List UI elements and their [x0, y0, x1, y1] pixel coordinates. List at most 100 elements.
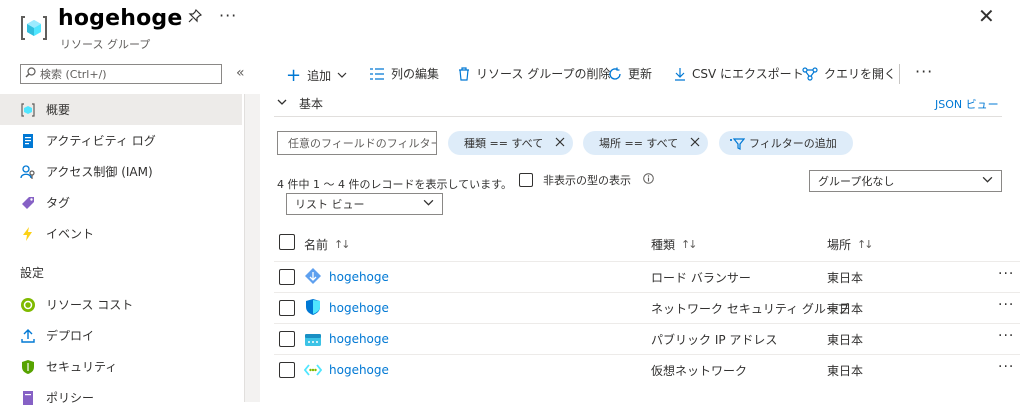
essentials-toggle[interactable]: 基本	[277, 95, 323, 112]
refresh-label: 更新	[628, 67, 653, 81]
search-input[interactable]: 検索 (Ctrl+/)	[20, 64, 222, 84]
search-placeholder: 検索 (Ctrl+/)	[40, 68, 107, 81]
sidebar-item-label: セキュリティ	[46, 360, 118, 374]
load-balancer-icon	[305, 268, 321, 284]
row-more-button[interactable]: ···	[998, 359, 1014, 375]
tag-icon	[20, 195, 36, 211]
cost-icon	[20, 297, 36, 313]
iam-icon	[20, 164, 36, 180]
resource-group-icon	[19, 13, 49, 43]
open-query-button[interactable]: クエリを開く	[802, 65, 896, 82]
resource-type: 仮想ネットワーク	[651, 364, 748, 378]
row-checkbox[interactable]	[279, 362, 295, 378]
chevron-down-icon	[982, 174, 993, 188]
deploy-icon	[20, 328, 36, 344]
columns-icon	[369, 67, 385, 80]
add-filter-icon	[729, 136, 745, 150]
sidebar-item-label: イベント	[46, 227, 95, 241]
remove-filter-icon[interactable]	[555, 136, 565, 151]
sidebar-item-deployments[interactable]: デプロイ	[0, 320, 242, 351]
sidebar-item-resource-costs[interactable]: リソース コスト	[0, 289, 242, 320]
sidebar-item-security[interactable]: セキュリティ	[0, 351, 242, 382]
sort-icon[interactable]: ↑↓	[681, 238, 698, 251]
resource-location: 東日本	[827, 302, 864, 316]
resource-type: パブリック IP アドレス	[651, 333, 778, 347]
resource-location: 東日本	[827, 333, 864, 347]
row-more-button[interactable]: ···	[998, 266, 1014, 282]
sidebar-item-tags[interactable]: タグ	[0, 187, 242, 218]
sidebar-item-label: アクセス制御 (IAM)	[46, 165, 153, 179]
location-filter-label: 場所 == すべて	[599, 137, 679, 150]
download-icon	[674, 67, 686, 81]
search-icon	[25, 67, 36, 81]
add-button[interactable]: + 追加	[286, 65, 347, 86]
grouping-value: グループ化なし	[818, 175, 895, 188]
edit-columns-button[interactable]: 列の編集	[369, 65, 439, 82]
resource-name-link[interactable]: hogehoge	[329, 270, 389, 284]
column-location-label: 場所	[827, 238, 852, 252]
refresh-button[interactable]: 更新	[608, 65, 652, 82]
row-checkbox[interactable]	[279, 269, 295, 285]
sidebar-item-activity-log[interactable]: アクティビティ ログ	[0, 125, 242, 156]
column-header-type[interactable]: 種類 ↑↓	[651, 236, 698, 253]
pin-icon[interactable]	[188, 9, 202, 23]
sidebar-item-label: 概要	[46, 103, 71, 117]
sort-icon[interactable]: ↑↓	[857, 238, 874, 251]
add-filter-label: フィルターの追加	[749, 137, 837, 150]
filter-field-input[interactable]: 任意のフィールドのフィルター...	[277, 131, 437, 155]
resource-name-link[interactable]: hogehoge	[329, 363, 389, 377]
sidebar-item-label: デプロイ	[46, 329, 95, 343]
show-hidden-types-label: 非表示の型の表示	[543, 174, 631, 187]
sidebar-item-label: リソース コスト	[46, 298, 134, 312]
remove-filter-icon[interactable]	[690, 136, 700, 151]
column-name-label: 名前	[304, 238, 329, 252]
lightning-icon	[20, 226, 36, 242]
sidebar-item-label: ポリシー	[46, 391, 95, 405]
json-view-link[interactable]: JSON ビュー	[935, 96, 999, 112]
info-icon[interactable]	[643, 173, 654, 187]
grouping-dropdown[interactable]: グループ化なし	[809, 170, 1002, 192]
edit-columns-label: 列の編集	[391, 67, 440, 81]
row-checkbox[interactable]	[279, 331, 295, 347]
chevron-down-icon	[423, 197, 434, 211]
resource-name-link[interactable]: hogehoge	[329, 301, 389, 315]
show-hidden-types-checkbox[interactable]: 非表示の型の表示	[519, 172, 654, 188]
toolbar-more-button[interactable]: ···	[915, 62, 933, 81]
column-header-name[interactable]: 名前 ↑↓	[304, 236, 351, 253]
row-more-button[interactable]: ···	[998, 328, 1014, 344]
essentials-label: 基本	[299, 97, 324, 111]
sidebar-item-events[interactable]: イベント	[0, 218, 242, 249]
column-header-location[interactable]: 場所 ↑↓	[827, 236, 874, 253]
checkbox[interactable]	[279, 234, 295, 250]
virtual-network-icon	[303, 362, 323, 378]
select-all-checkbox[interactable]	[279, 234, 295, 250]
location-filter-pill[interactable]: 場所 == すべて	[583, 131, 709, 155]
sidebar-item-overview[interactable]: 概要	[0, 94, 242, 125]
network-security-group-icon	[305, 299, 321, 315]
view-value: リスト ビュー	[295, 198, 365, 211]
checkbox[interactable]	[519, 173, 533, 187]
view-dropdown[interactable]: リスト ビュー	[286, 193, 443, 215]
chevron-down-icon	[277, 97, 287, 110]
collapse-sidebar-button[interactable]: «	[236, 65, 245, 81]
sort-icon[interactable]: ↑↓	[334, 238, 351, 251]
security-icon	[20, 359, 36, 375]
divider	[274, 116, 1002, 117]
sidebar-scrollbar[interactable]	[244, 94, 260, 402]
resource-type: ネットワーク セキュリティ グループ	[651, 302, 850, 316]
public-ip-icon	[305, 331, 321, 347]
add-filter-button[interactable]: フィルターの追加	[719, 131, 853, 155]
page-title: hogehoge	[58, 6, 183, 31]
sidebar-item-policies[interactable]: ポリシー	[0, 382, 242, 413]
row-more-button[interactable]: ···	[998, 297, 1014, 313]
toolbar-divider	[899, 64, 900, 84]
sidebar-item-iam[interactable]: アクセス制御 (IAM)	[0, 156, 242, 187]
row-checkbox[interactable]	[279, 300, 295, 316]
export-csv-button[interactable]: CSV にエクスポート	[674, 65, 804, 82]
close-icon[interactable]: ✕	[978, 4, 995, 28]
delete-resource-group-button[interactable]: リソース グループの削除	[458, 65, 611, 82]
resource-name-link[interactable]: hogehoge	[329, 332, 389, 346]
open-query-label: クエリを開く	[824, 67, 897, 81]
more-options-button[interactable]: ···	[219, 6, 237, 25]
type-filter-pill[interactable]: 種類 == すべて	[448, 131, 574, 155]
